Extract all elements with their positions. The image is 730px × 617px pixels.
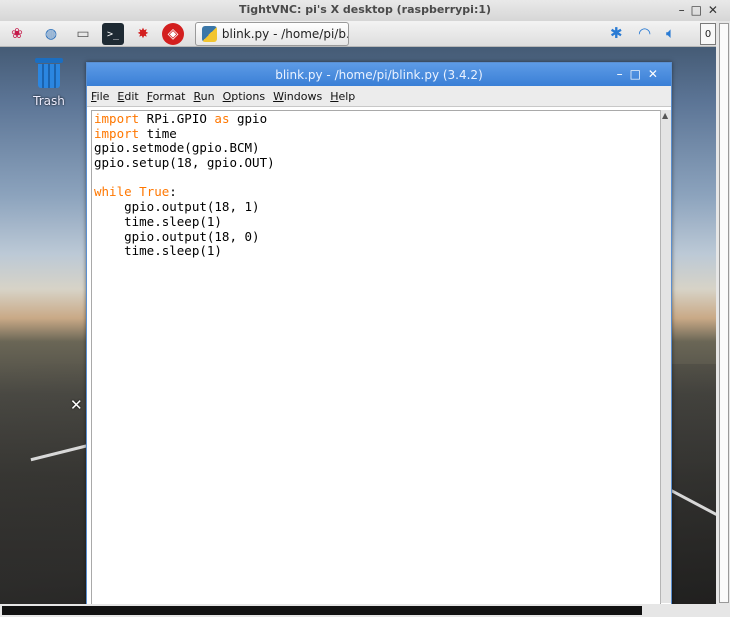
menu-label: elp: [338, 89, 356, 103]
code-token: time.sleep(1): [94, 213, 222, 229]
menu-item[interactable]: Edit: [117, 90, 138, 103]
code-keyword: as: [214, 111, 230, 126]
code-token: gpio.setmode(gpio.BCM): [94, 140, 260, 156]
menu-item[interactable]: Run: [194, 90, 215, 103]
code-editor-area[interactable]: import RPi.GPIO as gpio import time gpio.s…: [91, 110, 661, 605]
horizontal-scroll-thumb[interactable]: [2, 606, 642, 615]
menu-label: ormat: [152, 89, 186, 103]
code-line: gpio.output(18, 0): [94, 228, 275, 245]
web-browser-icon[interactable]: ◍: [40, 23, 62, 45]
python-icon: [202, 26, 217, 42]
editor-window-controls[interactable]: –□✕: [617, 67, 665, 81]
code-line: import time: [94, 125, 275, 142]
code-line: gpio.output(18, 1): [94, 199, 275, 215]
menu-mnemonic: R: [193, 89, 201, 103]
code-line: time.sleep(1): [94, 243, 275, 259]
menu-label: ile: [96, 89, 110, 103]
trash-icon: [35, 58, 63, 88]
code-line: while True:: [94, 185, 275, 200]
code-line: time.sleep(1): [94, 213, 275, 230]
code-token: time: [139, 125, 177, 141]
code-line: import RPi.GPIO as gpio: [94, 111, 275, 127]
file-manager-icon[interactable]: ▭: [72, 23, 94, 45]
code-keyword: True: [139, 184, 170, 200]
taskbar-window-button[interactable]: blink.py - /home/pi/b...: [195, 22, 349, 46]
menu-item[interactable]: File: [91, 90, 109, 103]
mouse-cursor-icon: ✕: [70, 396, 83, 414]
menu-item[interactable]: Windows: [273, 90, 322, 103]
code-token: gpio.output(18, 1): [94, 199, 260, 215]
trash-desktop-item[interactable]: Trash: [26, 58, 72, 108]
mathematica-icon[interactable]: ✸: [132, 23, 154, 45]
volume-icon[interactable]: 🔈︎: [666, 24, 675, 42]
editor-scrollbar[interactable]: ▲: [660, 110, 671, 603]
vnc-window-titlebar: TightVNC: pi's X desktop (raspberrypi:1)…: [0, 0, 730, 22]
editor-titlebar[interactable]: blink.py - /home/pi/blink.py (3.4.2) –□✕: [87, 63, 671, 86]
terminal-icon[interactable]: >_: [102, 23, 124, 45]
editor-menubar: File Edit Format Run Options Windows Help: [87, 86, 671, 107]
wolfram-icon[interactable]: ◈: [162, 23, 184, 45]
menu-label: indows: [283, 89, 323, 103]
code-token: gpio.output(18, 0): [94, 228, 260, 244]
raspberry-menu-icon[interactable]: ❀: [6, 23, 28, 45]
taskbar-window-label: blink.py - /home/pi/b...: [221, 27, 348, 41]
vnc-window-title: TightVNC: pi's X desktop (raspberrypi:1): [238, 3, 492, 16]
menu-label: dit: [124, 89, 139, 103]
code-text[interactable]: import RPi.GPIO as gpio import time gpio.s…: [94, 111, 275, 259]
code-keyword: import: [94, 111, 140, 126]
cpu-monitor: 0: [700, 23, 716, 45]
vertical-scroll-thumb[interactable]: [719, 23, 729, 603]
editor-title: blink.py - /home/pi/blink.py (3.4.2): [275, 68, 483, 82]
menu-item[interactable]: Help: [330, 90, 355, 103]
code-token: gpio: [229, 111, 268, 126]
code-keyword: import: [94, 125, 140, 141]
code-token: gpio.setup(18, gpio.OUT): [94, 155, 275, 171]
menu-item[interactable]: Format: [147, 90, 186, 103]
code-token: RPi.GPIO: [139, 111, 215, 126]
menu-label: ptions: [231, 89, 266, 103]
vnc-window-controls[interactable]: –□✕: [679, 3, 724, 17]
bluetooth-icon[interactable]: ✱: [610, 24, 623, 42]
vnc-vertical-scrollbar[interactable]: [716, 21, 730, 617]
menu-mnemonic: O: [222, 89, 232, 103]
code-line: gpio.setmode(gpio.BCM): [94, 141, 275, 156]
vnc-horizontal-scrollbar[interactable]: [0, 604, 716, 617]
scroll-up-arrow-icon[interactable]: ▲: [662, 111, 668, 120]
code-token: time.sleep(1): [94, 243, 222, 259]
code-keyword: while: [94, 184, 132, 200]
idle-editor-window: blink.py - /home/pi/blink.py (3.4.2) –□✕…: [86, 62, 672, 606]
menu-item[interactable]: Options: [223, 90, 265, 103]
code-line: gpio.setup(18, gpio.OUT): [94, 155, 275, 171]
wifi-icon[interactable]: ◠: [638, 24, 651, 42]
taskbar-panel: ❀ ◍ ▭ >_ ✸ ◈ blink.py - /home/pi/b... ✱ …: [0, 21, 716, 47]
trash-label: Trash: [33, 94, 65, 108]
code-token: :: [169, 184, 177, 200]
menu-mnemonic: W: [273, 89, 284, 103]
menu-label: un: [200, 89, 215, 103]
